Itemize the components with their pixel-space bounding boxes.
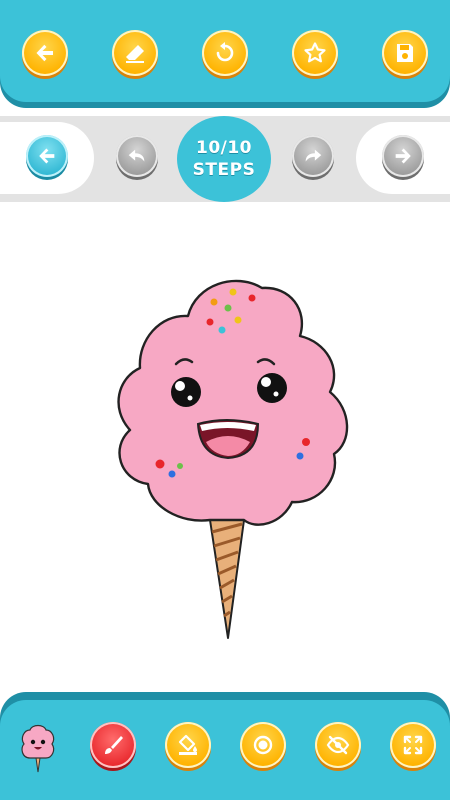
brush-icon (105, 736, 123, 754)
step-progress: 10/10 (195, 138, 253, 158)
undo-button[interactable] (202, 30, 248, 76)
next-step-redo-button[interactable] (292, 135, 334, 177)
drawing-canvas[interactable] (0, 202, 450, 692)
circle-icon (253, 735, 273, 755)
back-arrow-icon (36, 44, 53, 62)
fill-button[interactable] (165, 722, 211, 768)
first-step-button[interactable] (116, 135, 158, 177)
favorite-button[interactable] (292, 30, 338, 76)
back-button[interactable] (22, 30, 68, 76)
top-toolbar (0, 0, 450, 108)
drawing-thumbnail[interactable] (18, 722, 58, 774)
curved-arrow-right-icon (305, 149, 322, 162)
star-icon (304, 42, 326, 63)
curved-arrow-left-icon (128, 149, 145, 162)
fill-bucket-icon (178, 734, 197, 755)
exit-button[interactable] (26, 135, 68, 177)
back-arrow-icon (39, 148, 55, 164)
next-step-button[interactable] (382, 135, 424, 177)
steps-label: STEPS (192, 160, 256, 180)
eraser-icon (126, 45, 144, 63)
undo-icon (216, 42, 234, 62)
brush-button[interactable] (90, 722, 136, 768)
app-screen: { "toolbar_top": { "buttons": ["back-arr… (0, 0, 450, 800)
save-icon (397, 44, 413, 62)
cotton-candy-drawing (117, 279, 349, 639)
brush-size-button[interactable] (240, 722, 286, 768)
bottom-toolbar (0, 692, 450, 800)
eraser-button[interactable] (112, 30, 158, 76)
fullscreen-icon (403, 735, 423, 755)
hide-icon (326, 735, 350, 755)
arrow-right-icon (395, 148, 411, 164)
hide-guides-button[interactable] (315, 722, 361, 768)
fullscreen-button[interactable] (390, 722, 436, 768)
step-counter-badge: 10/10 STEPS (177, 116, 271, 202)
save-button[interactable] (382, 30, 428, 76)
